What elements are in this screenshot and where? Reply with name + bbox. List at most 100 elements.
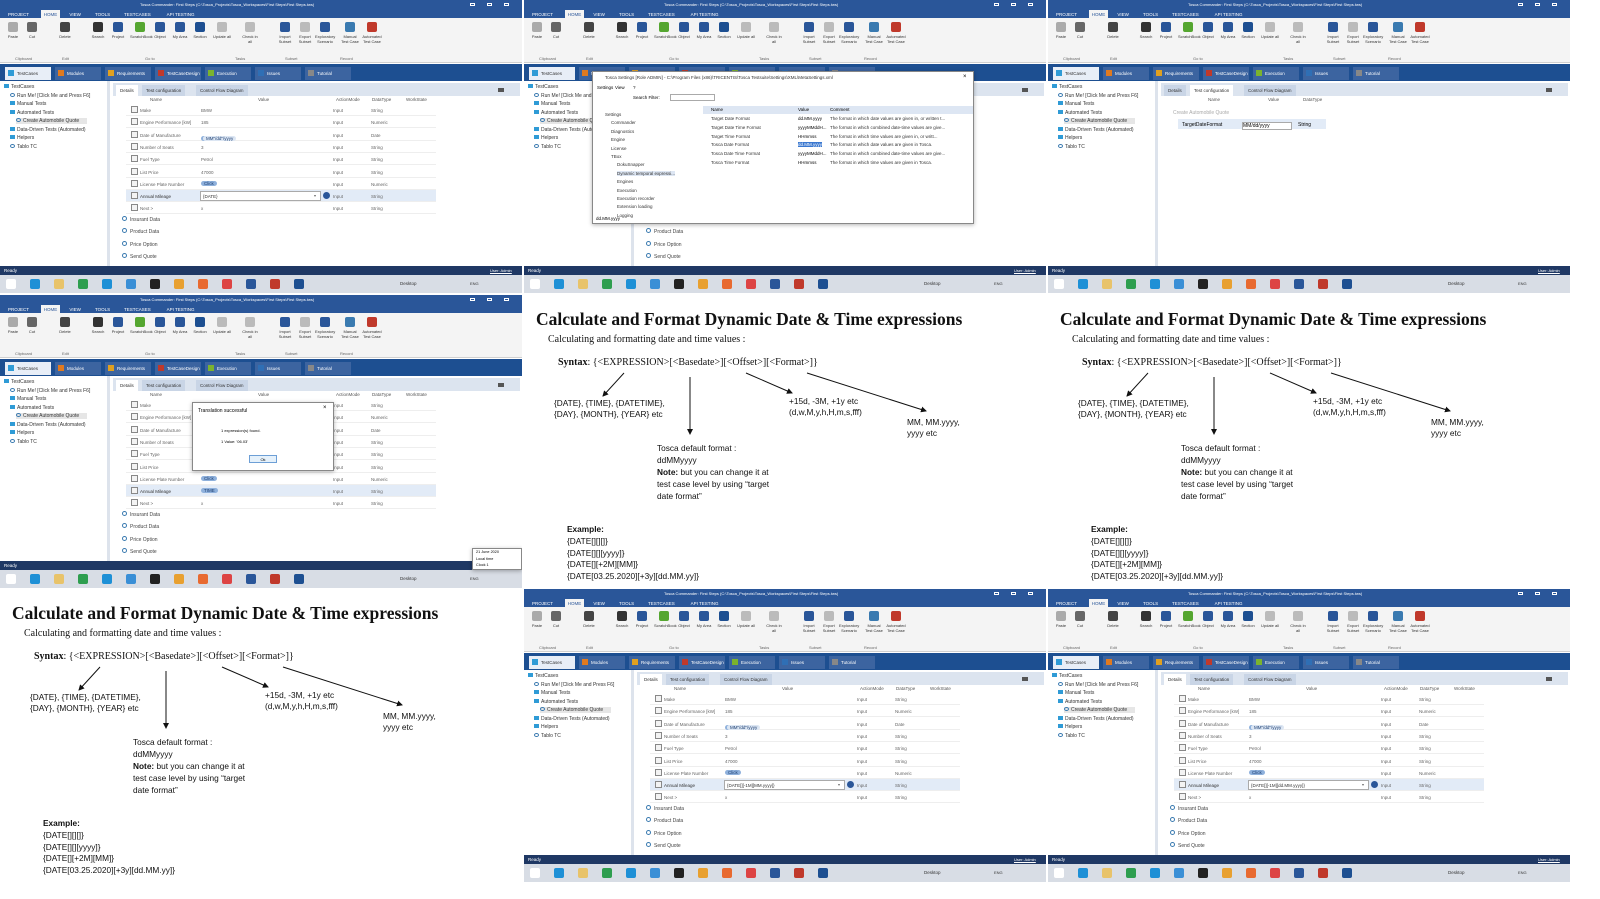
row-datatype[interactable]: Numeric (895, 771, 912, 776)
close-button[interactable] (504, 3, 509, 6)
tab-testcasedesign[interactable]: TestCaseDesign (1203, 67, 1249, 80)
tree-item[interactable]: Tablo TC (1058, 732, 1085, 739)
ribbon-button[interactable]: ScratchBook (130, 22, 153, 39)
tab-issues[interactable]: Issues (1303, 656, 1349, 669)
ribbon-button[interactable]: Exploratory Scenario (839, 611, 859, 633)
column-header[interactable]: Name (1208, 97, 1220, 102)
row-value[interactable]: 47000 (725, 759, 738, 764)
folder-row[interactable]: Product Data (1170, 817, 1207, 824)
ribbon-button[interactable]: Check in all (240, 317, 260, 339)
ribbon-button[interactable]: Export Subset (295, 317, 315, 339)
row-value[interactable]: Petrol (1249, 746, 1261, 751)
row-value[interactable]: 3 (725, 734, 728, 739)
print-icon[interactable] (498, 88, 504, 92)
menu-tab-api-testing[interactable]: API TESTING (1212, 599, 1246, 607)
settings-icon[interactable] (650, 868, 660, 878)
annual-mileage-input[interactable]: {DATE[][-1M][dd.MM.yyyy]} ▾ (1248, 780, 1369, 791)
row-actionmode[interactable]: Input (333, 477, 343, 482)
ribbon-button[interactable]: Manual Test Case (340, 317, 360, 339)
tab-details[interactable]: Details (1164, 85, 1186, 96)
edge-icon[interactable] (30, 279, 40, 289)
folder-row[interactable]: Insurant Data (646, 805, 684, 812)
tab-testcases[interactable]: TestCases (1053, 656, 1099, 669)
row-value[interactable]: 3 (1249, 734, 1252, 739)
ribbon-button[interactable]: Delete (55, 22, 75, 39)
info-icon[interactable] (323, 192, 330, 200)
column-header-datatype[interactable]: DataType (372, 97, 391, 102)
tab-execution[interactable]: Execution (1253, 67, 1299, 80)
table-row[interactable]: Engine Performance [kW] 185 Input Numeric (650, 705, 960, 718)
ribbon-button[interactable]: Paste (1051, 22, 1071, 39)
ribbon-button[interactable]: Object (150, 317, 170, 334)
ribbon-button[interactable]: Exploratory Scenario (1363, 22, 1383, 44)
ribbon-button[interactable]: Search (612, 22, 632, 39)
ribbon-button[interactable]: Export Subset (295, 22, 315, 44)
tree-item[interactable]: Data-Driven Tests (Automated) (1058, 126, 1134, 133)
table-row[interactable]: Date of ManufactureDATE-3MMM"/dd"/yyyyIn… (126, 129, 436, 141)
tc-root[interactable]: Create Automobile Quote (1173, 110, 1229, 116)
annual-mileage-input[interactable]: {DATE} ▾ (200, 191, 321, 202)
ribbon-button[interactable]: Object (674, 611, 694, 628)
row-datatype[interactable]: Numeric (1419, 709, 1436, 714)
menu-tab-view[interactable]: VIEW (1114, 10, 1132, 18)
menu-tab-tools[interactable]: TOOLS (616, 10, 637, 18)
tab-modules[interactable]: Modules (55, 67, 101, 80)
table-row[interactable]: Date of ManufactureDATE-3MMM"/dd"/yyyyIn… (650, 718, 960, 730)
row-datatype[interactable]: String (371, 145, 383, 150)
obs-icon[interactable] (150, 574, 160, 584)
row-actionmode[interactable]: Input (857, 734, 867, 739)
maximize-button[interactable] (1011, 3, 1016, 6)
table-row[interactable]: Make BMW Input String (126, 104, 436, 116)
tree-item[interactable]: Create Automobile Quote (16, 118, 88, 124)
table-row[interactable]: Number of Seats 3 Input String (126, 141, 436, 153)
ribbon-button[interactable]: Paste (1051, 611, 1071, 628)
tab-tutorial[interactable]: Tutorial (1353, 67, 1399, 80)
ribbon-button[interactable]: Project (1156, 611, 1176, 628)
table-row[interactable]: License Plate Number Click Input Numeric (650, 767, 960, 779)
file-explorer-icon[interactable] (54, 279, 64, 289)
row-value[interactable]: Click (1249, 769, 1265, 775)
folder-row[interactable]: Send Quote (646, 252, 681, 260)
row-datatype[interactable]: Numeric (371, 415, 388, 420)
ribbon-button[interactable]: Delete (1103, 611, 1123, 628)
menu-tab-api-testing[interactable]: API TESTING (164, 10, 198, 18)
menu-tab-view[interactable]: VIEW (66, 305, 84, 313)
row-value[interactable]: x (201, 206, 203, 211)
settings-value[interactable]: dd.MM.yyyy (798, 142, 823, 148)
table-row[interactable]: License Plate Number Click Input Numeric (1174, 767, 1484, 779)
ribbon-button[interactable]: Import Subset (799, 22, 819, 44)
folder-row[interactable]: Insurant Data (122, 511, 160, 518)
column-header-workstate[interactable]: WorkState (930, 686, 951, 691)
ribbon-button[interactable]: Update all (1260, 611, 1280, 628)
tab-control-flow-diagram[interactable]: Control Flow Diagram (196, 85, 248, 96)
row-actionmode[interactable]: Input (1381, 795, 1391, 800)
edge-new-icon[interactable] (1150, 868, 1160, 878)
settings-value[interactable]: yyyyMMddH... (798, 125, 827, 130)
row-value[interactable]: 185 (1249, 709, 1257, 714)
row-value[interactable]: 47000 (201, 170, 214, 175)
tree-item[interactable]: Run Me! [Click Me and Press F6] (1058, 92, 1138, 99)
ribbon-button[interactable]: Delete (579, 22, 599, 39)
table-row[interactable]: Engine Performance [kW] 185 Input Numeric (126, 116, 436, 129)
row-datatype[interactable]: String (1419, 734, 1431, 739)
ribbon-button[interactable]: Cut (546, 611, 566, 628)
folder-row[interactable]: Price Option (122, 535, 158, 543)
tab-requirements[interactable]: Requirements (629, 656, 675, 669)
ribbon-button[interactable]: Check in all (240, 22, 260, 44)
row-datatype[interactable]: String (371, 403, 383, 408)
edge-icon[interactable] (554, 868, 564, 878)
ribbon-button[interactable]: Check in all (1288, 22, 1308, 44)
column-header-actionmode[interactable]: ActionMode (336, 97, 360, 102)
tree-item[interactable]: Automated Tests (1058, 109, 1102, 116)
row-value[interactable]: Petrol (201, 157, 213, 162)
ribbon-button[interactable]: Section (1238, 22, 1258, 39)
ribbon-button[interactable]: Import Subset (275, 22, 295, 44)
user-link[interactable]: User: Admin (490, 268, 512, 273)
row-datatype[interactable]: Date (895, 722, 905, 727)
tree-item[interactable]: Manual Tests (10, 101, 46, 107)
table-row[interactable]: List Price 47000 Input String (126, 166, 436, 178)
chevron-down-icon[interactable]: ▾ (314, 193, 316, 198)
file-explorer-icon[interactable] (578, 279, 588, 289)
settings-menu-item[interactable]: ? (633, 85, 636, 90)
row-actionmode[interactable]: Input (333, 108, 343, 113)
